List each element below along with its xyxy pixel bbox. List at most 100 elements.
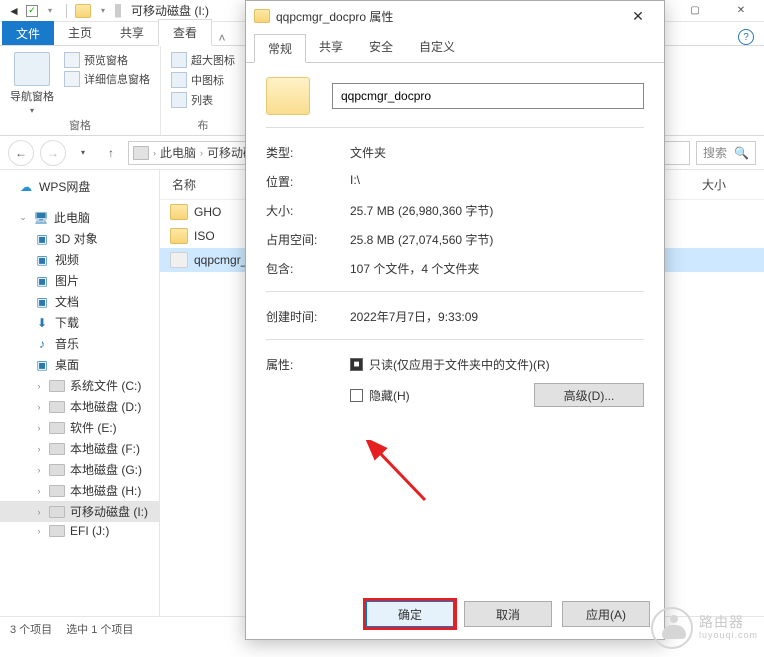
status-item-count: 3 个项目	[10, 621, 52, 637]
tree-downloads[interactable]: ⬇下载	[0, 312, 159, 333]
expand-icon[interactable]: ›	[34, 402, 44, 412]
tree-local-g[interactable]: ›本地磁盘 (G:)	[0, 459, 159, 480]
tab-general[interactable]: 常规	[254, 34, 306, 63]
ribbon-tab-share[interactable]: 共享	[106, 20, 158, 45]
drive-icon	[49, 525, 65, 537]
ribbon-tab-file[interactable]: 文件	[2, 21, 54, 45]
header-size[interactable]: 大小	[690, 170, 764, 199]
qat-dropdown-icon[interactable]: ▾	[42, 3, 58, 19]
drive-icon	[49, 464, 65, 476]
value-location: I:\	[350, 173, 644, 190]
checkbox-empty-icon	[350, 389, 363, 402]
ribbon-tab-view[interactable]: 查看	[158, 19, 212, 46]
tree-efi-j[interactable]: ›EFI (J:)	[0, 522, 159, 540]
details-pane-button[interactable]: 详细信息窗格	[64, 71, 150, 87]
help-icon[interactable]: ?	[738, 29, 754, 45]
tree-wps[interactable]: ☁WPS网盘	[0, 176, 159, 197]
back-history-icon[interactable]: ◄	[6, 3, 22, 19]
status-selected-count: 选中 1 个项目	[66, 621, 133, 637]
cube-icon: ▣	[34, 232, 50, 246]
drive-icon	[133, 146, 149, 160]
video-icon: ▣	[34, 253, 50, 267]
list-icon	[171, 92, 187, 108]
value-size: 25.7 MB (26,980,360 字节)	[350, 202, 644, 219]
label-type: 类型:	[266, 144, 350, 161]
expand-icon[interactable]: ›	[34, 526, 44, 536]
advanced-button[interactable]: 高级(D)...	[534, 383, 644, 407]
desktop-icon: ▣	[34, 358, 50, 372]
tree-soft-e[interactable]: ›软件 (E:)	[0, 417, 159, 438]
cancel-button[interactable]: 取消	[464, 601, 552, 627]
maximize-button[interactable]: ▢	[672, 0, 718, 22]
expand-icon[interactable]: ›	[34, 486, 44, 496]
tree-local-h[interactable]: ›本地磁盘 (H:)	[0, 480, 159, 501]
ribbon-collapse-icon[interactable]: ˄	[212, 31, 232, 45]
expand-icon[interactable]: ›	[34, 465, 44, 475]
dialog-close-button[interactable]: ✕	[620, 4, 656, 28]
nav-pane-button[interactable]: 导航窗格 ▾	[10, 52, 54, 115]
preview-pane-button[interactable]: 预览窗格	[64, 52, 150, 68]
drive-icon	[49, 401, 65, 413]
watermark-line1: 路由器	[699, 615, 758, 630]
label-contains: 包含:	[266, 260, 350, 277]
dialog-tabs: 常规 共享 安全 自定义	[246, 33, 664, 63]
medium-icons-button[interactable]: 中图标	[171, 72, 235, 88]
tab-security[interactable]: 安全	[356, 33, 406, 62]
folder-name-input[interactable]	[332, 83, 644, 109]
tree-3d-objects[interactable]: ▣3D 对象	[0, 228, 159, 249]
chevron-right-icon: ›	[200, 148, 203, 158]
watermark-line2: luyouqi.com	[699, 631, 758, 641]
tree-videos[interactable]: ▣视频	[0, 249, 159, 270]
nav-history-dropdown[interactable]: ▾	[72, 142, 94, 164]
extra-large-icons-button[interactable]: 超大图标	[171, 52, 235, 68]
layout-group-label: 布	[171, 115, 235, 133]
tree-sysfiles-c[interactable]: ›系统文件 (C:)	[0, 375, 159, 396]
pc-icon: 🖥	[33, 211, 49, 225]
ok-button[interactable]: 确定	[366, 601, 454, 627]
tab-sharing[interactable]: 共享	[306, 33, 356, 62]
readonly-checkbox[interactable]: ■ 只读(仅应用于文件夹中的文件)(R)	[350, 356, 644, 373]
hidden-checkbox[interactable]: 隐藏(H)	[350, 387, 410, 404]
breadcrumb-this-pc[interactable]: 此电脑	[160, 144, 196, 161]
collapse-icon[interactable]: ⌄	[18, 212, 28, 223]
watermark: 路由器 luyouqi.com	[651, 607, 758, 649]
checkbox-icon[interactable]: ✓	[26, 5, 38, 17]
expand-icon[interactable]: ›	[34, 381, 44, 391]
details-pane-icon	[64, 71, 80, 87]
dialog-titlebar[interactable]: qqpcmgr_docpro 属性 ✕	[246, 1, 664, 31]
nav-back-button[interactable]: ←	[8, 140, 34, 166]
apply-button[interactable]: 应用(A)	[562, 601, 650, 627]
value-created: 2022年7月7日，9:33:09	[350, 308, 644, 325]
tree-this-pc[interactable]: ⌄🖥此电脑	[0, 207, 159, 228]
close-button[interactable]: ✕	[718, 0, 764, 22]
label-attributes: 属性:	[266, 356, 350, 407]
extra-large-icon	[171, 52, 187, 68]
qat-dropdown2-icon[interactable]: ▾	[95, 3, 111, 19]
value-size-on-disk: 25.8 MB (27,074,560 字节)	[350, 231, 644, 248]
value-type: 文件夹	[350, 144, 644, 161]
checkbox-filled-icon: ■	[350, 358, 363, 371]
expand-icon[interactable]: ›	[34, 423, 44, 433]
tree-music[interactable]: ♪音乐	[0, 333, 159, 354]
tree-documents[interactable]: ▣文档	[0, 291, 159, 312]
tab-customize[interactable]: 自定义	[406, 33, 468, 62]
list-view-button[interactable]: 列表	[171, 92, 235, 108]
properties-dialog: qqpcmgr_docpro 属性 ✕ 常规 共享 安全 自定义 类型:文件夹 …	[245, 0, 665, 640]
search-input[interactable]: 搜索 🔍	[696, 141, 756, 165]
ribbon-tab-home[interactable]: 主页	[54, 20, 106, 45]
nav-pane-icon	[14, 52, 50, 86]
tree-pictures[interactable]: ▣图片	[0, 270, 159, 291]
folder-icon	[254, 9, 270, 23]
music-icon: ♪	[34, 337, 50, 351]
tree-removable-i[interactable]: ›可移动磁盘 (I:)	[0, 501, 159, 522]
expand-icon[interactable]: ›	[34, 444, 44, 454]
tree-desktop[interactable]: ▣桌面	[0, 354, 159, 375]
nav-forward-button[interactable]: →	[40, 140, 66, 166]
medium-icon	[171, 72, 187, 88]
tree-local-d[interactable]: ›本地磁盘 (D:)	[0, 396, 159, 417]
nav-tree[interactable]: ☁WPS网盘 ⌄🖥此电脑 ▣3D 对象 ▣视频 ▣图片 ▣文档 ⬇下载 ♪音乐 …	[0, 170, 160, 616]
nav-up-button[interactable]: ↑	[100, 142, 122, 164]
expand-icon[interactable]: ›	[34, 507, 44, 517]
drive-icon	[49, 485, 65, 497]
tree-local-f[interactable]: ›本地磁盘 (F:)	[0, 438, 159, 459]
